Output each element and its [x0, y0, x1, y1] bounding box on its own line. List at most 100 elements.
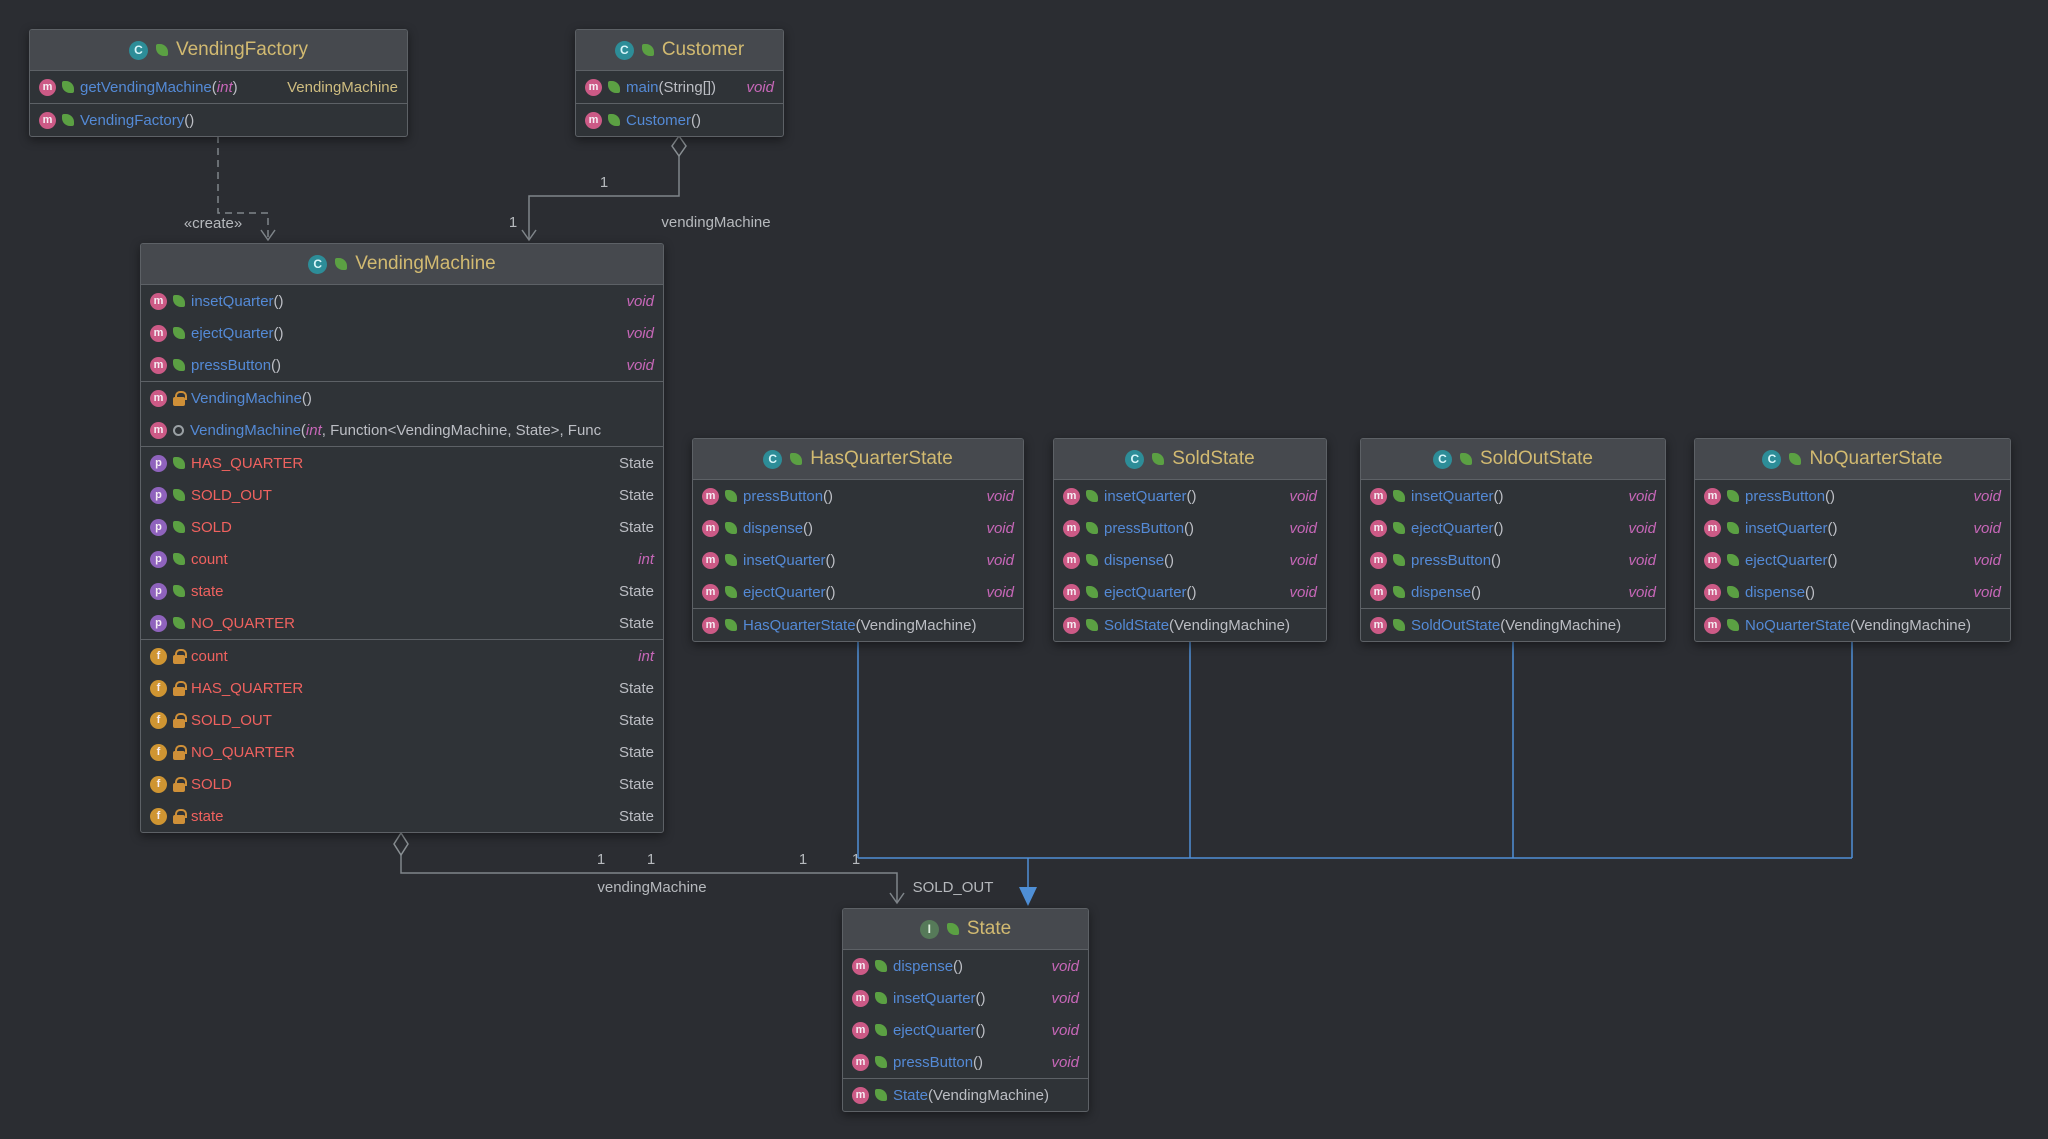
class-node-sold-out-state[interactable]: CSoldOutStateminsetQuarter()voidmejectQu…	[1360, 438, 1666, 642]
member-row[interactable]: mHasQuarterState(VendingMachine)	[693, 609, 1023, 641]
class-node-vending-factory[interactable]: CVendingFactorymgetVendingMachine(int)Ve…	[29, 29, 408, 137]
member-type: void	[1616, 552, 1656, 569]
member-signature: pressButton()	[1411, 552, 1501, 569]
member-row[interactable]: mdispense()void	[1695, 576, 2010, 608]
signature-token: dispense	[1411, 584, 1471, 601]
member-row[interactable]: mejectQuarter()void	[693, 576, 1023, 608]
member-row[interactable]: pSOLD_OUTState	[141, 479, 663, 511]
type-token: void	[1051, 1054, 1079, 1071]
member-row[interactable]: pSOLDState	[141, 511, 663, 543]
public-visibility-icon	[608, 114, 620, 126]
member-row[interactable]: fstateState	[141, 800, 663, 832]
member-section: mState(VendingMachine)	[843, 1078, 1088, 1111]
member-row[interactable]: mejectQuarter()void	[843, 1014, 1088, 1046]
class-header[interactable]: IState	[843, 909, 1088, 949]
member-signature: dispense()	[743, 520, 813, 537]
member-row[interactable]: mejectQuarter()void	[1054, 576, 1326, 608]
public-visibility-icon	[790, 453, 802, 465]
method-icon: m	[702, 617, 719, 634]
member-row[interactable]: mejectQuarter()void	[1361, 512, 1665, 544]
class-header[interactable]: CSoldState	[1054, 439, 1326, 479]
member-row[interactable]: mSoldOutState(VendingMachine)	[1361, 609, 1665, 641]
member-row[interactable]: mNoQuarterState(VendingMachine)	[1695, 609, 2010, 641]
member-type: void	[974, 552, 1014, 569]
member-type: void	[1039, 958, 1079, 975]
member-row[interactable]: mpressButton()void	[1361, 544, 1665, 576]
member-row[interactable]: minsetQuarter()void	[1054, 480, 1326, 512]
member-row[interactable]: fcountint	[141, 640, 663, 672]
class-node-sold-state[interactable]: CSoldStateminsetQuarter()voidmpressButto…	[1053, 438, 1327, 642]
member-row[interactable]: minsetQuarter()void	[1361, 480, 1665, 512]
member-row[interactable]: mpressButton()void	[843, 1046, 1088, 1078]
member-row[interactable]: mejectQuarter()void	[1695, 544, 2010, 576]
member-row[interactable]: mdispense()void	[1361, 576, 1665, 608]
member-signature: count	[191, 648, 228, 665]
member-row[interactable]: mejectQuarter()void	[141, 317, 663, 349]
member-type: void	[1961, 488, 2001, 505]
edge-label-multiplicity: 1	[509, 214, 517, 231]
member-row[interactable]: mdispense()void	[1054, 544, 1326, 576]
public-visibility-icon	[947, 923, 959, 935]
member-row[interactable]: mVendingMachine(int, Function<VendingMac…	[141, 414, 663, 446]
public-visibility-icon	[173, 521, 185, 533]
class-node-has-quarter-state[interactable]: CHasQuarterStatempressButton()voidmdispe…	[692, 438, 1024, 642]
class-header[interactable]: CSoldOutState	[1361, 439, 1665, 479]
member-row[interactable]: mCustomer()	[576, 104, 783, 136]
member-row[interactable]: mpressButton()void	[1695, 480, 2010, 512]
member-row[interactable]: minsetQuarter()void	[141, 285, 663, 317]
public-visibility-icon	[725, 522, 737, 534]
member-row[interactable]: mVendingFactory()	[30, 104, 407, 136]
type-token: void	[626, 325, 654, 342]
class-header[interactable]: CVendingFactory	[30, 30, 407, 70]
class-title: HasQuarterState	[810, 448, 953, 470]
class-node-state[interactable]: IStatemdispense()voidminsetQuarter()void…	[842, 908, 1089, 1112]
public-visibility-icon	[173, 295, 185, 307]
class-node-no-quarter-state[interactable]: CNoQuarterStatempressButton()voidminsetQ…	[1694, 438, 2011, 642]
member-row[interactable]: minsetQuarter()void	[693, 544, 1023, 576]
method-icon: m	[852, 1022, 869, 1039]
member-section: mmain(String[])void	[576, 70, 783, 103]
member-row[interactable]: mpressButton()void	[1054, 512, 1326, 544]
edge-customer-vendingmachine[interactable]	[529, 156, 679, 239]
class-header[interactable]: CVendingMachine	[141, 244, 663, 284]
member-row[interactable]: fSOLDState	[141, 768, 663, 800]
member-row[interactable]: mVendingMachine()	[141, 382, 663, 414]
class-node-customer[interactable]: CCustomermmain(String[])voidmCustomer()	[575, 29, 784, 137]
member-row[interactable]: mdispense()void	[693, 512, 1023, 544]
class-header[interactable]: CNoQuarterState	[1695, 439, 2010, 479]
class-header[interactable]: CCustomer	[576, 30, 783, 70]
signature-token: ()	[271, 357, 281, 374]
member-row[interactable]: pNO_QUARTERState	[141, 607, 663, 639]
member-row[interactable]: minsetQuarter()void	[843, 982, 1088, 1014]
member-row[interactable]: mdispense()void	[843, 950, 1088, 982]
member-row[interactable]: mpressButton()void	[693, 480, 1023, 512]
member-row[interactable]: mSoldState(VendingMachine)	[1054, 609, 1326, 641]
signature-token: ()	[1828, 552, 1838, 569]
member-signature: getVendingMachine(int)	[80, 79, 238, 96]
member-section: pHAS_QUARTERStatepSOLD_OUTStatepSOLDStat…	[141, 446, 663, 639]
member-row[interactable]: fNO_QUARTERState	[141, 736, 663, 768]
member-row[interactable]: mmain(String[])void	[576, 71, 783, 103]
member-row[interactable]: mgetVendingMachine(int)VendingMachine	[30, 71, 407, 103]
member-row[interactable]: mState(VendingMachine)	[843, 1079, 1088, 1111]
member-section: minsetQuarter()voidmejectQuarter()voidmp…	[1361, 479, 1665, 608]
member-row[interactable]: pstateState	[141, 575, 663, 607]
member-row[interactable]: pHAS_QUARTERState	[141, 447, 663, 479]
class-node-vending-machine[interactable]: CVendingMachineminsetQuarter()voidmeject…	[140, 243, 664, 833]
method-icon: m	[852, 1087, 869, 1104]
public-visibility-icon	[173, 359, 185, 371]
class-header[interactable]: CHasQuarterState	[693, 439, 1023, 479]
type-token: State	[619, 808, 654, 825]
member-type: void	[1277, 584, 1317, 601]
member-type: State	[607, 487, 654, 504]
member-row[interactable]: fSOLD_OUTState	[141, 704, 663, 736]
signature-token: state	[191, 583, 224, 600]
member-type: State	[607, 744, 654, 761]
signature-token: NoQuarterState	[1745, 617, 1850, 634]
member-row[interactable]: mpressButton()void	[141, 349, 663, 381]
member-section: minsetQuarter()voidmejectQuarter()voidmp…	[141, 284, 663, 381]
member-row[interactable]: pcountint	[141, 543, 663, 575]
member-row[interactable]: minsetQuarter()void	[1695, 512, 2010, 544]
member-row[interactable]: fHAS_QUARTERState	[141, 672, 663, 704]
public-visibility-icon	[875, 992, 887, 1004]
